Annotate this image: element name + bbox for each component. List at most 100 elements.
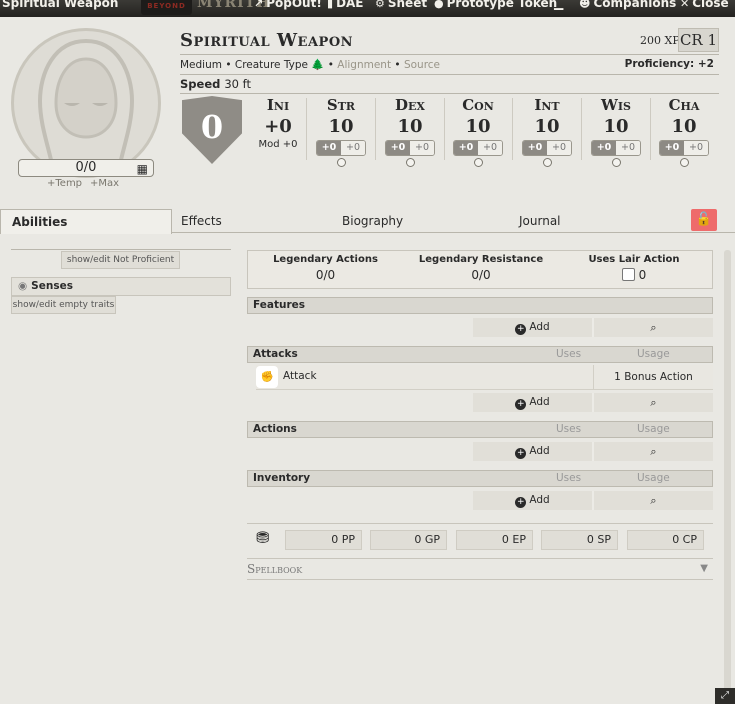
token-portrait[interactable] — [11, 28, 161, 178]
save-proficiency-toggle[interactable] — [473, 158, 483, 167]
search-features-button[interactable]: ⌕ — [594, 318, 713, 337]
currency-pp[interactable]: 0 PP — [285, 530, 362, 550]
unlock-button[interactable]: 🔓 — [691, 209, 717, 231]
ability-score[interactable]: 10 — [307, 116, 375, 137]
ability-score[interactable]: 10 — [444, 116, 512, 137]
initiative-block[interactable]: Ini +0 Mod +0 — [244, 96, 312, 150]
popout-icon: ↗ — [254, 0, 264, 10]
ability-save[interactable]: +0 — [478, 141, 502, 155]
add-item-button[interactable]: + Add — [473, 491, 594, 510]
initiative-value: +0 — [264, 116, 292, 137]
empty-traits-toggle[interactable]: show/edit empty traits — [11, 296, 116, 314]
lair-action-value[interactable]: 0 — [639, 268, 647, 282]
prototype-token-button[interactable]: ● Prototype Token — [434, 0, 557, 10]
character-name[interactable]: Spiritual Weapon — [180, 30, 353, 51]
currency-sp[interactable]: 0 SP — [541, 530, 618, 550]
companions-button[interactable]: ☻ Companions — [579, 0, 676, 10]
currency-cp[interactable]: 0 CP — [627, 530, 704, 550]
size-select[interactable]: Medium — [180, 59, 222, 71]
creature-meta: Medium • Creature Type 🌲 • Alignment • S… — [180, 59, 441, 71]
spellbook-header[interactable]: Spellbook ▼ — [247, 558, 713, 580]
add-feature-button[interactable]: + Add — [473, 318, 594, 337]
save-proficiency-toggle[interactable] — [405, 158, 415, 167]
ability-save[interactable]: +0 — [547, 141, 571, 155]
ability-mod: +0 — [592, 141, 616, 155]
lair-action-checkbox[interactable] — [621, 268, 635, 281]
ability-label[interactable]: Str — [307, 96, 375, 114]
ability-label[interactable]: Con — [444, 96, 512, 114]
item-name[interactable]: Attack — [283, 370, 317, 382]
ability-label[interactable]: Dex — [376, 96, 444, 114]
tab-abilities[interactable]: Abilities — [0, 209, 172, 234]
legendary-actions[interactable]: Legendary Actions 0/0 — [263, 254, 388, 282]
resize-handle[interactable]: ⤢ — [715, 688, 735, 704]
currency-ep[interactable]: 0 EP — [456, 530, 533, 550]
window-titlebar[interactable]: Spiritual Weapon BEYOND MYRITH ↗ PopOut! … — [0, 0, 735, 17]
speed-row[interactable]: Speed 30 ft — [180, 77, 251, 91]
ability-dex[interactable]: Dex 10 +0 +0 — [376, 96, 444, 167]
source-field[interactable]: Source — [404, 59, 440, 71]
legendary-actions-value[interactable]: 0/0 — [263, 268, 388, 282]
ability-save[interactable]: +0 — [410, 141, 434, 155]
prototype-token-label: Prototype Token — [446, 0, 558, 10]
creature-type-field[interactable]: Creature Type — [235, 59, 308, 71]
ability-score[interactable]: 10 — [376, 116, 444, 137]
dndbeyond-button[interactable]: BEYOND — [141, 0, 192, 15]
add-action-button[interactable]: + Add — [473, 442, 594, 461]
ability-mod: +0 — [386, 141, 410, 155]
currency-gp[interactable]: 0 GP — [370, 530, 447, 550]
save-proficiency-toggle[interactable] — [611, 158, 621, 167]
tab-effects[interactable]: Effects — [181, 214, 222, 228]
legendary-resistance-value[interactable]: 0/0 — [416, 268, 546, 282]
ability-save[interactable]: +0 — [616, 141, 640, 155]
armor-class-shield[interactable]: 0 — [182, 96, 242, 164]
ability-label[interactable]: Int — [513, 96, 581, 114]
search-inventory-button[interactable]: ⌕ — [594, 491, 713, 510]
close-button[interactable]: ✕ Close — [680, 0, 729, 10]
save-proficiency-toggle[interactable] — [336, 158, 346, 167]
ability-score[interactable]: 10 — [650, 116, 718, 137]
inventory-header: Inventory Uses Usage — [247, 470, 713, 487]
ability-int[interactable]: Int 10 +0 +0 — [513, 96, 581, 167]
minimize-button[interactable]: ▁ — [554, 0, 563, 10]
senses-row[interactable]: ◉ Senses — [11, 277, 231, 296]
ability-str[interactable]: Str 10 +0 +0 — [307, 96, 375, 167]
dae-button[interactable]: ▮ DAE — [327, 0, 364, 10]
add-attack-button[interactable]: + Add — [473, 393, 594, 412]
search-attacks-button[interactable]: ⌕ — [594, 393, 713, 412]
ability-con[interactable]: Con 10 +0 +0 — [444, 96, 512, 167]
tree-icon[interactable]: 🌲 — [311, 59, 324, 71]
calculator-icon[interactable]: ▦ — [137, 161, 148, 177]
minimize-icon: ▁ — [554, 0, 564, 10]
max-hp-field[interactable]: +Max — [90, 178, 119, 189]
tab-biography[interactable]: Biography — [342, 214, 403, 228]
list-item[interactable]: ✊ Attack 1 Bonus Action — [256, 365, 713, 390]
ability-wis[interactable]: Wis 10 +0 +0 — [582, 96, 650, 167]
ability-label[interactable]: Cha — [650, 96, 718, 114]
ability-label[interactable]: Wis — [582, 96, 650, 114]
scrollbar[interactable] — [724, 250, 731, 700]
attacks-title: Attacks — [253, 348, 298, 360]
save-proficiency-toggle[interactable] — [679, 158, 689, 167]
popout-button[interactable]: ↗ PopOut! — [254, 0, 322, 10]
sheet-button[interactable]: ⚙ Sheet — [375, 0, 427, 10]
ability-save[interactable]: +0 — [684, 141, 708, 155]
ability-score[interactable]: 10 — [513, 116, 581, 137]
tab-journal[interactable]: Journal — [519, 214, 561, 228]
ability-cha[interactable]: Cha 10 +0 +0 — [650, 96, 718, 167]
hp-field[interactable]: 0/0 ▦ — [18, 159, 154, 177]
add-label: Add — [529, 321, 550, 333]
hooded-figure-icon — [37, 38, 135, 175]
lair-action[interactable]: Uses Lair Action 0 — [578, 254, 690, 282]
ability-save[interactable]: +0 — [341, 141, 365, 155]
chevron-down-icon[interactable]: ▼ — [700, 559, 708, 579]
search-actions-button[interactable]: ⌕ — [594, 442, 713, 461]
fist-icon[interactable]: ✊ — [256, 366, 278, 388]
cr-field[interactable]: CR 1 — [678, 28, 719, 52]
not-proficient-toggle[interactable]: show/edit Not Proficient — [61, 251, 180, 269]
save-proficiency-toggle[interactable] — [542, 158, 552, 167]
temp-hp-field[interactable]: +Temp — [47, 178, 82, 189]
alignment-field[interactable]: Alignment — [337, 59, 391, 71]
ability-score[interactable]: 10 — [582, 116, 650, 137]
legendary-resistance[interactable]: Legendary Resistance 0/0 — [416, 254, 546, 282]
